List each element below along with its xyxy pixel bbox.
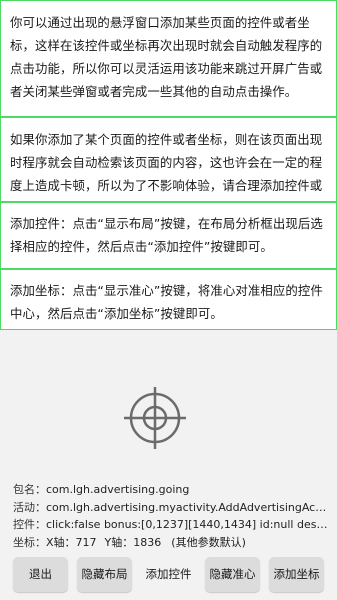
paragraph-intro: 你可以通过出现的悬浮窗口添加某些页面的控件或者坐标，这样在该控件或坐标再次出现时… xyxy=(10,15,323,99)
info-package-label: 包名： xyxy=(13,483,46,496)
screen: 你可以通过出现的悬浮窗口添加某些页面的控件或者坐标，这样在该控件或坐标再次出现时… xyxy=(0,0,337,600)
paragraph-add-widget-help: 添加控件：点击“显示布局”按键，在布局分析框出现后选择相应的控件，然后点击“添加… xyxy=(10,216,323,254)
exit-button[interactable]: 退出 xyxy=(13,557,68,592)
info-coord-row: 坐标：X轴：717 Y轴：1836 (其他参数默认) xyxy=(13,535,328,550)
hide-crosshair-button[interactable]: 隐藏准心 xyxy=(205,557,260,592)
layout-box-intro[interactable]: 你可以通过出现的悬浮窗口添加某些页面的控件或者坐标，这样在该控件或坐标再次出现时… xyxy=(0,0,337,117)
layout-box-add-coord-help[interactable]: 添加坐标：点击“显示准心”按键，将准心对准相应的控件中心，然后点击“添加坐标”按… xyxy=(0,269,337,330)
paragraph-add-coord-help: 添加坐标：点击“显示准心”按键，将准心对准相应的控件中心，然后点击“添加坐标”按… xyxy=(10,283,323,321)
info-coord-y-value: 1836 xyxy=(133,536,162,549)
crosshair-icon[interactable] xyxy=(122,385,188,451)
info-activity-row: 活动：com.lgh.advertising.myactivity.AddAdv… xyxy=(13,500,328,515)
layout-box-add-widget-help[interactable]: 添加控件：点击“显示布局”按键，在布局分析框出现后选择相应的控件，然后点击“添加… xyxy=(0,202,337,269)
info-coord-label: 坐标： xyxy=(13,536,46,549)
info-widget-value: click:false bonus:[0,1237][1440,1434] id… xyxy=(46,518,328,531)
info-activity-value: com.lgh.advertising.myactivity.AddAdvert… xyxy=(46,501,328,514)
hide-layout-button[interactable]: 隐藏布局 xyxy=(77,557,132,592)
info-package-row: 包名：com.lgh.advertising.going xyxy=(13,482,328,497)
info-coord-note: (其他参数默认) xyxy=(171,536,246,549)
add-coord-button[interactable]: 添加坐标 xyxy=(269,557,324,592)
info-widget-label: 控件： xyxy=(13,518,46,531)
layout-box-warning[interactable]: 如果你添加了某个页面的控件或者坐标，则在该页面出现时程序就会自动检索该页面的内容… xyxy=(0,117,337,216)
info-coord-x-label: X轴： xyxy=(46,536,76,549)
info-activity-label: 活动： xyxy=(13,501,46,514)
info-coord-x-value: 717 xyxy=(75,536,97,549)
info-package-value: com.lgh.advertising.going xyxy=(46,483,190,496)
add-widget-button[interactable]: 添加控件 xyxy=(141,557,196,592)
info-widget-row: 控件：click:false bonus:[0,1237][1440,1434]… xyxy=(13,517,328,532)
info-coord-y-label: Y轴： xyxy=(104,536,134,549)
